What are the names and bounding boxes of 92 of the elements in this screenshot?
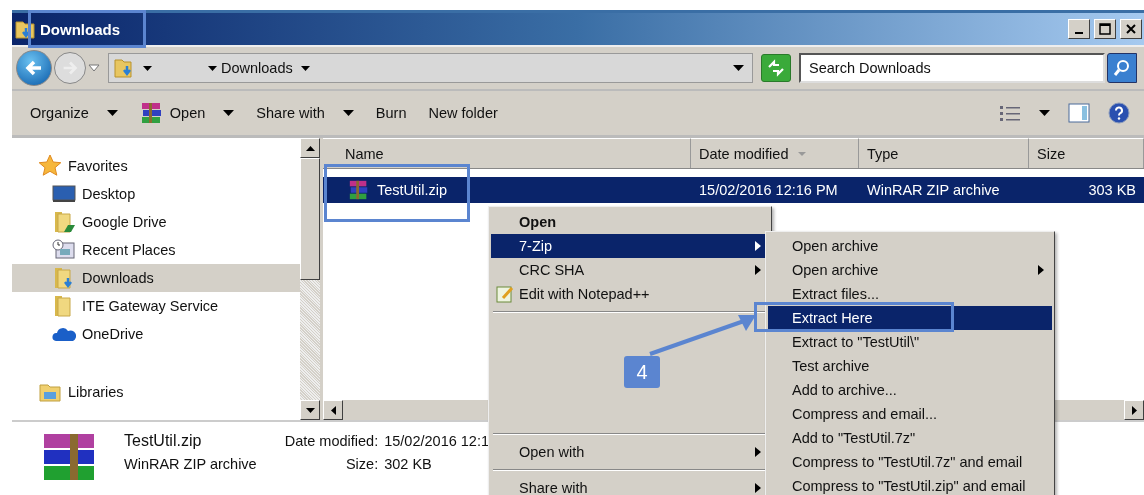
menu-item[interactable]: Extract files... [768,282,1052,306]
toolbar-button[interactable]: Burn [367,101,415,125]
file-row[interactable]: TestUtil.zip 15/02/2016 12:16 PM WinRAR ZIP archive 303 KB [323,177,1144,203]
menu-item[interactable]: Extract Here [768,306,1052,330]
menu-item[interactable]: Compress to "TestUtil.7z" and email [768,450,1052,474]
caret-icon [1039,110,1050,116]
archive-books-icon [139,101,164,125]
notepad-icon [495,284,515,304]
sort-arrow-icon [798,151,807,156]
maximize-icon [1099,23,1111,35]
star-icon [38,154,62,178]
up-arrow-icon [305,145,315,151]
list-view-icon [999,104,1021,122]
date-modified-label: Date modified: [284,433,379,449]
minimize-button[interactable] [1068,19,1090,39]
search-icon [1113,59,1131,77]
step-badge: 4 [624,356,660,388]
toolbar-button[interactable]: Share with [248,101,362,125]
back-button[interactable] [16,50,52,86]
file-type: WinRAR ZIP archive [124,456,257,472]
library-folder-icon [38,381,62,403]
menu-item[interactable]: Share with [491,476,769,495]
caret-icon [106,110,118,116]
folder-icon [113,57,135,79]
nav-item[interactable]: Recent Places [12,236,300,264]
menu-item[interactable]: Add to "TestUtil.7z" [768,426,1052,450]
submenu-arrow-icon [1038,265,1044,275]
close-button[interactable] [1120,19,1142,39]
nav-group[interactable]: Libraries [12,378,300,406]
column-header[interactable]: Name [323,138,691,168]
menu-item[interactable]: Open with [491,440,769,464]
window-title: Downloads [40,20,120,38]
submenu-arrow-icon [755,447,761,457]
recent-places-icon [52,239,76,261]
nav-item[interactable]: Downloads [12,264,300,292]
left-arrow-icon [330,405,336,415]
minimize-icon [1075,32,1083,34]
refresh-arrows-icon [766,59,786,77]
help-icon [1108,102,1130,124]
submenu-arrow-icon [755,483,761,493]
nav-item[interactable]: Desktop [12,180,300,208]
folder-icon [52,210,76,234]
menu-item[interactable]: Open archive [768,234,1052,258]
nav-item[interactable]: Google Drive [12,208,300,236]
size-value: 302 KB [384,456,433,472]
column-header[interactable]: Date modified [691,138,859,168]
dropdown-icon [733,65,744,71]
refresh-button[interactable] [761,54,791,82]
toolbar-button[interactable]: New folder [420,101,506,125]
dropdown-icon [88,64,100,72]
submenu-arrow-icon [755,265,761,275]
menu-item[interactable]: Compress and email... [768,402,1052,426]
size-label: Size: [344,456,379,472]
caret-icon [223,110,235,116]
toolbar-button[interactable]: Open [131,97,243,129]
menu-item[interactable]: Add to archive... [768,378,1052,402]
menu-item[interactable]: Compress to "TestUtil.zip" and email [768,474,1052,495]
table-cell-text: WinRAR ZIP archive [866,182,1001,198]
nav-group[interactable]: Favorites [12,152,300,180]
toolbar-button[interactable]: Organize [22,101,126,125]
nav-item[interactable]: OneDrive [12,320,300,348]
menu-item[interactable]: Open [491,210,769,234]
close-icon [1126,24,1136,34]
caret-icon [143,65,152,71]
down-arrow-icon [305,407,315,413]
caret-icon [300,65,310,71]
file-name: TestUtil.zip [124,432,203,450]
menu-item[interactable]: Open archive [768,258,1052,282]
menu-item[interactable]: Extract to "TestUtil\" [768,330,1052,354]
scrollbar[interactable] [300,138,320,420]
search-field[interactable]: Search Downloads [799,53,1105,83]
date-modified-value: 15/02/2016 12:1 [384,433,489,449]
table-cell-text: 303 KB [1087,182,1137,198]
right-arrow-icon [1131,405,1137,415]
breadcrumb[interactable]: Downloads [221,60,293,76]
menu-item[interactable]: Edit with Notepad++ [491,282,769,306]
caret-icon [208,65,217,71]
menu-item[interactable]: CRC SHA [491,258,769,282]
nav-item[interactable]: ITE Gateway Service [12,292,300,320]
file-name: TestUtil.zip [377,182,448,198]
search-button[interactable] [1107,53,1137,83]
column-header[interactable]: Type [859,138,1029,168]
submenu-arrow-icon [755,241,761,251]
column-header[interactable]: Size [1029,138,1144,168]
caret-icon [342,110,354,116]
table-cell-text: 15/02/2016 12:16 PM [698,182,839,198]
monitor-icon [52,184,76,204]
menu-item[interactable]: Test archive [768,354,1052,378]
forward-button[interactable] [54,52,86,84]
address-field[interactable]: Downloads [108,53,753,83]
preview-pane-icon [1068,103,1090,123]
maximize-button[interactable] [1094,19,1116,39]
